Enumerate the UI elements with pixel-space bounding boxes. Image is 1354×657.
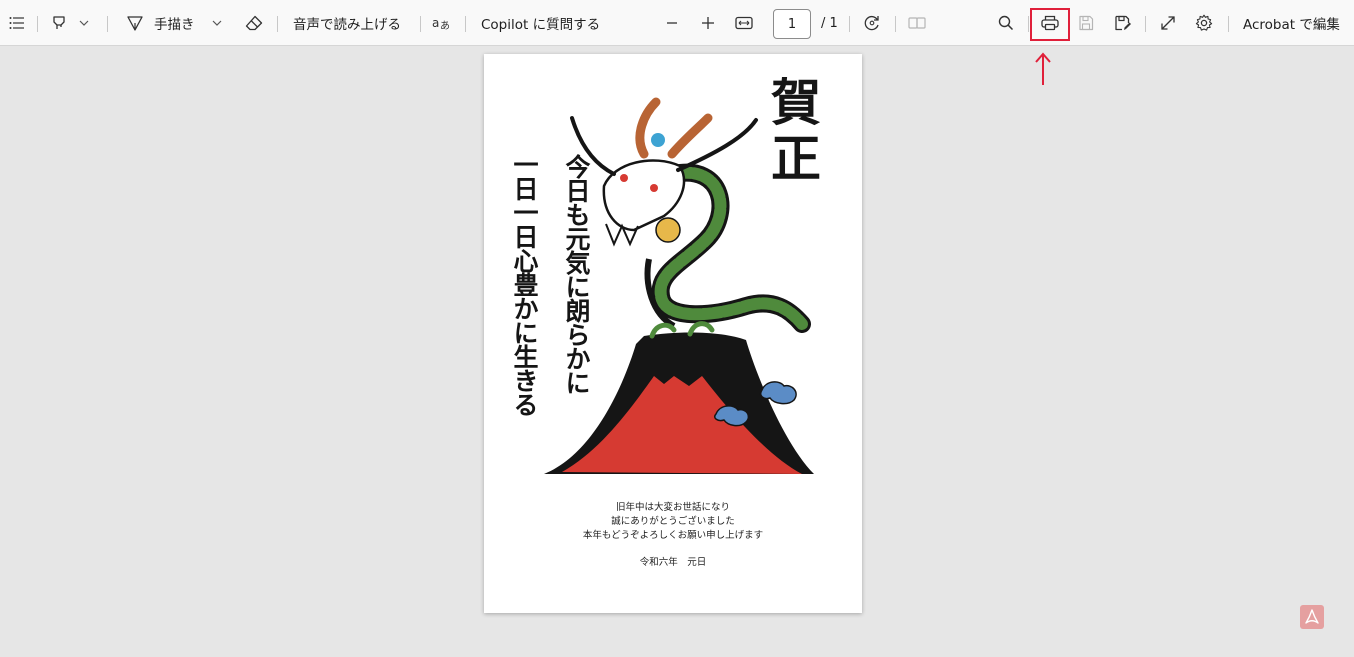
contents-button[interactable]: [2, 0, 32, 46]
save-as-button[interactable]: [1108, 0, 1138, 46]
print-icon: [1041, 15, 1059, 31]
rotate-icon: [864, 15, 879, 31]
minus-icon: [667, 22, 677, 24]
page-total: / 1: [821, 15, 838, 31]
highlight-button[interactable]: [44, 0, 74, 46]
save-button[interactable]: [1071, 0, 1101, 46]
two-page-icon: [908, 17, 926, 29]
edit-in-acrobat-label: Acrobat で編集: [1243, 17, 1340, 33]
copilot-label: Copilot に質問する: [481, 17, 601, 33]
zoom-out-button[interactable]: [657, 0, 687, 46]
divider: [1028, 16, 1029, 32]
motto-line-2: 一日一日心豊かに生きる: [510, 152, 539, 416]
draw-options-dropdown[interactable]: [205, 0, 229, 46]
divider: [1228, 16, 1229, 32]
divider: [1145, 16, 1146, 32]
erase-button[interactable]: [239, 0, 269, 46]
settings-button[interactable]: [1189, 0, 1219, 46]
fit-width-button[interactable]: [729, 0, 759, 46]
save-icon: [1079, 15, 1094, 31]
divider: [37, 16, 38, 32]
divider: [895, 16, 896, 32]
acrobat-logo: [1300, 605, 1324, 629]
fit-width-icon: [735, 16, 753, 30]
read-aloud-label: 音声で読み上げる: [293, 17, 401, 33]
page-number-input[interactable]: [773, 9, 811, 39]
greeting-line-2: 誠にありがとうございました: [611, 516, 735, 527]
svg-text:a: a: [432, 16, 439, 30]
zoom-in-button[interactable]: [693, 0, 723, 46]
chevron-down-icon: [212, 20, 222, 26]
draw-label: 手描き: [154, 17, 195, 33]
greeting-line-3: 本年もどうぞよろしくお願い申し上げます: [582, 530, 764, 541]
motto-line-1: 今日も元気に朗らかに: [562, 154, 591, 394]
svg-text:あ: あ: [440, 20, 450, 31]
edit-in-acrobat-button[interactable]: Acrobat で編集: [1238, 0, 1345, 46]
divider: [107, 16, 108, 32]
greeting-line-1: 旧年中は大変お世話になり: [615, 502, 730, 513]
draw-button[interactable]: 手描き: [120, 0, 201, 46]
search-button[interactable]: [991, 0, 1021, 46]
divider: [277, 16, 278, 32]
highlight-options-dropdown[interactable]: [72, 0, 96, 46]
search-icon: [998, 15, 1014, 31]
list-icon: [9, 17, 24, 29]
rotate-button[interactable]: [857, 0, 887, 46]
pdf-page: 賀正 今日も元気に朗らかに 一日一日心豊かに生きる 旧年中は大変お世話になり 誠…: [484, 54, 862, 613]
text-options-button[interactable]: a あ: [427, 0, 457, 46]
page-view-button[interactable]: [902, 0, 932, 46]
divider: [849, 16, 850, 32]
divider: [420, 16, 421, 32]
text-options-icon: a あ: [432, 16, 450, 31]
doc-title: 賀正: [763, 76, 821, 188]
arrow-up-icon: [1035, 52, 1051, 85]
fullscreen-button[interactable]: [1153, 0, 1183, 46]
save-as-icon: [1115, 15, 1131, 31]
toolbar: 手描き 音声で読み上げる a あ Copilot に質問する 1 / 1 Acr…: [0, 0, 1354, 46]
plus-icon: [702, 17, 714, 29]
fullscreen-icon: [1161, 16, 1175, 30]
eraser-icon: [245, 15, 263, 31]
chevron-down-icon: [79, 20, 89, 26]
highlighter-icon: [53, 16, 65, 29]
copilot-button[interactable]: Copilot に質問する: [475, 0, 606, 46]
gear-icon: [1195, 14, 1213, 31]
date-text: 令和六年 元日: [639, 557, 707, 568]
pen-icon: [127, 16, 143, 31]
divider: [465, 16, 466, 32]
print-button[interactable]: [1035, 0, 1065, 46]
read-aloud-button[interactable]: 音声で読み上げる: [288, 0, 406, 46]
